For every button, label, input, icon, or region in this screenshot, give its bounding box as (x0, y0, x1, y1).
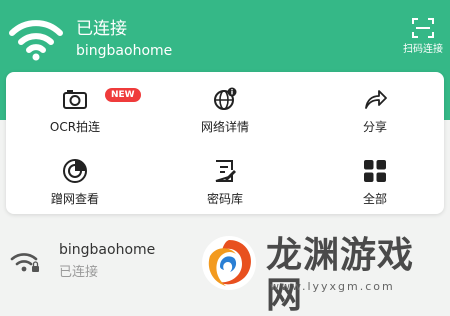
tool-ocr-connect[interactable]: NEW OCR拍连 (20, 80, 141, 136)
grid-icon (364, 160, 386, 182)
tool-password-library[interactable]: 密码库 (170, 152, 280, 208)
tool-network-details[interactable]: 网络详情 (170, 80, 280, 136)
tool-label: 全部 (362, 192, 387, 206)
scan-icon (412, 18, 434, 38)
wifi-icon (9, 20, 63, 61)
tool-share[interactable]: 分享 (320, 80, 430, 136)
share-arrow-icon (365, 90, 387, 109)
globe-info-icon (214, 87, 237, 110)
tool-label: 密码库 (206, 192, 243, 206)
connected-ssid: bingbaohome (76, 43, 173, 59)
watermark-text: 龙渊游戏网 (266, 235, 415, 316)
scan-connect-label: 扫码连接 (403, 44, 443, 55)
tools-card: NEW OCR拍连 网络详情 分享 蹭网查看 密码库 全部 (6, 72, 444, 214)
network-name: bingbaohome (59, 242, 156, 258)
radar-icon (63, 159, 87, 183)
watermark: 龙渊游戏网 www.lyyxgm.com (200, 232, 450, 316)
tool-all[interactable]: 全部 (320, 152, 430, 208)
tool-label: 分享 (362, 120, 387, 134)
tool-leech-check[interactable]: 蹭网查看 (20, 152, 130, 208)
new-badge: NEW (105, 88, 141, 102)
connection-status: 已连接 (76, 19, 127, 39)
tool-label: OCR拍连 (49, 120, 101, 134)
tool-label: 网络详情 (200, 120, 249, 134)
notepad-icon (215, 160, 236, 182)
wifi-lock-icon (10, 253, 39, 272)
scan-connect-button[interactable]: 扫码连接 (396, 18, 450, 62)
network-status: 已连接 (59, 265, 99, 280)
watermark-logo (202, 236, 256, 290)
camera-icon (63, 90, 87, 109)
tool-label: 蹭网查看 (50, 192, 99, 206)
watermark-url: www.lyyxgm.com (270, 280, 395, 293)
